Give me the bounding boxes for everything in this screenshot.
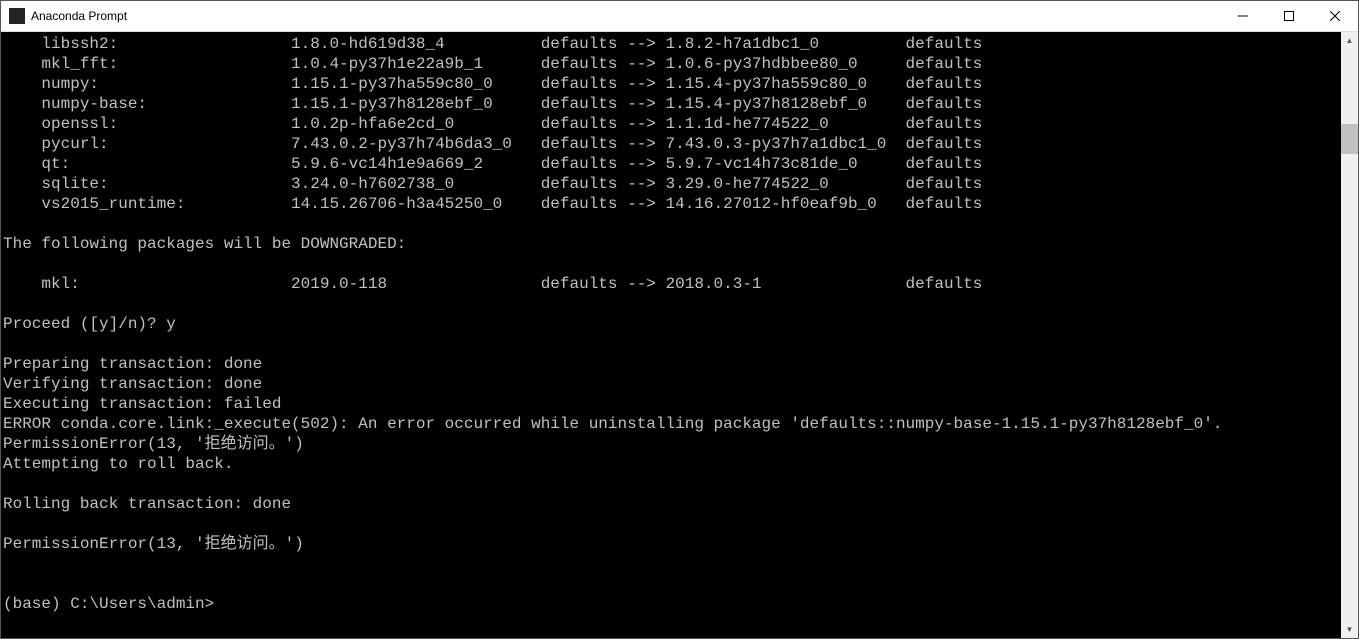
maximize-button[interactable]	[1266, 1, 1312, 31]
terminal-icon	[9, 8, 25, 24]
scroll-track[interactable]	[1341, 49, 1358, 621]
terminal-output[interactable]: libssh2: 1.8.0-hd619d38_4 defaults --> 1…	[1, 32, 1341, 638]
terminal-area: libssh2: 1.8.0-hd619d38_4 defaults --> 1…	[1, 32, 1358, 638]
title-bar: Anaconda Prompt	[1, 1, 1358, 32]
vertical-scrollbar[interactable]: ▲ ▼	[1341, 32, 1358, 638]
scroll-thumb[interactable]	[1341, 124, 1358, 154]
minimize-button[interactable]	[1220, 1, 1266, 31]
window-title: Anaconda Prompt	[31, 9, 127, 23]
title-left: Anaconda Prompt	[1, 8, 127, 24]
scroll-up-icon[interactable]: ▲	[1341, 32, 1358, 49]
window-controls	[1220, 1, 1358, 31]
close-button[interactable]	[1312, 1, 1358, 31]
scroll-down-icon[interactable]: ▼	[1341, 621, 1358, 638]
window: Anaconda Prompt libssh2: 1.8.0-hd619d38_…	[0, 0, 1359, 639]
